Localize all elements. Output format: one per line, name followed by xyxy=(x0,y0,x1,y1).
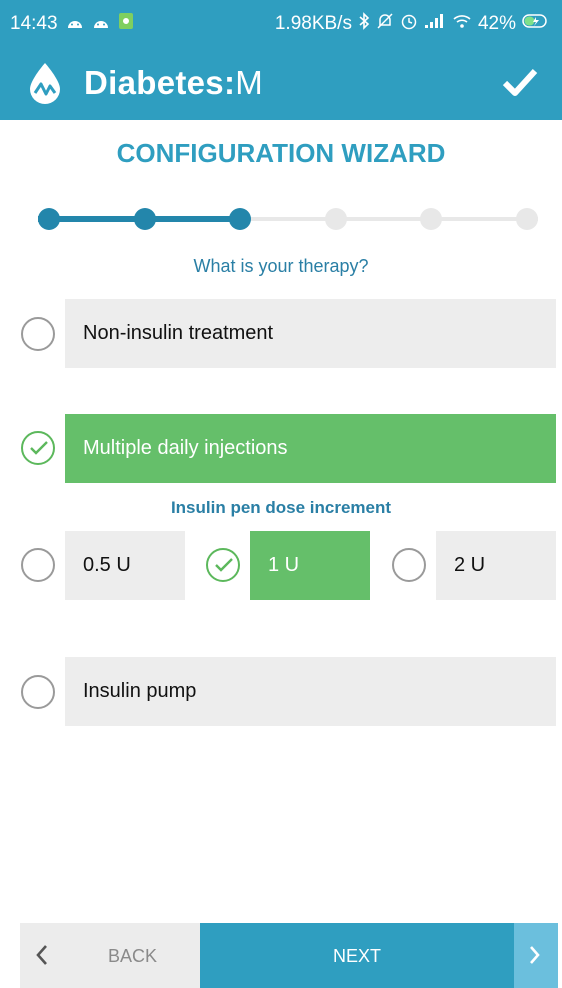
next-label: NEXT xyxy=(332,946,381,966)
chevron-left-icon xyxy=(34,942,50,973)
app-title: Diabetes:M xyxy=(84,64,264,101)
pump-radio[interactable] xyxy=(21,675,55,709)
back-button[interactable]: BACK xyxy=(20,923,200,988)
dose-label: 1 U xyxy=(268,554,300,576)
pen-increment-title: Insulin pen dose increment xyxy=(170,498,392,517)
bluetooth-icon xyxy=(358,12,370,36)
android-icon xyxy=(92,13,110,35)
dose-label: 2 U xyxy=(454,554,486,576)
next-button[interactable]: NEXT xyxy=(200,923,514,988)
option-label: Insulin pump xyxy=(83,680,197,702)
pump-option[interactable]: Insulin pump xyxy=(65,657,556,726)
progress-step xyxy=(420,208,443,230)
option-label: Non-insulin treatment xyxy=(83,322,274,344)
signal-icon xyxy=(424,13,446,35)
android-icon xyxy=(66,13,84,35)
wizard-title: CONFIGURATION WIZARD xyxy=(116,138,446,168)
network-speed: 1.98KB/s xyxy=(274,13,352,34)
wifi-icon xyxy=(452,13,472,35)
dose-1-radio[interactable] xyxy=(206,548,240,582)
dose-label: 0.5 U xyxy=(83,554,131,576)
non-insulin-option[interactable]: Non-insulin treatment xyxy=(65,299,556,368)
app-notification-icon xyxy=(118,12,134,36)
confirm-check-icon[interactable] xyxy=(502,64,538,100)
status-time: 14:43 xyxy=(10,13,58,34)
progress-step xyxy=(229,208,252,230)
chevron-right-icon xyxy=(526,942,542,973)
non-insulin-radio[interactable] xyxy=(21,317,55,351)
therapy-question: What is your therapy? xyxy=(193,256,369,276)
battery-charging-icon xyxy=(522,13,550,35)
progress-step xyxy=(324,208,347,230)
dose-2-radio[interactable] xyxy=(392,548,426,582)
mute-bell-icon xyxy=(376,12,394,36)
battery-level: 42% xyxy=(477,13,516,34)
check-icon xyxy=(30,441,48,455)
dose-2-option[interactable]: 2 U xyxy=(436,531,556,600)
mdi-radio[interactable] xyxy=(21,431,55,465)
alarm-icon xyxy=(400,12,418,36)
progress-step xyxy=(133,208,156,230)
option-label: Multiple daily injections xyxy=(83,437,288,459)
mdi-option[interactable]: Multiple daily injections xyxy=(65,414,556,483)
app-bar: Diabetes:M xyxy=(0,46,562,120)
progress-step xyxy=(516,208,538,230)
check-icon xyxy=(215,558,233,572)
wizard-progress xyxy=(38,208,538,230)
drop-logo-icon xyxy=(28,62,62,104)
progress-step xyxy=(38,208,60,230)
dose-0-5-option[interactable]: 0.5 U xyxy=(65,531,185,600)
dose-0-5-radio[interactable] xyxy=(21,548,55,582)
back-label: BACK xyxy=(108,946,158,966)
next-arrow-button[interactable] xyxy=(514,923,558,988)
dose-1-option[interactable]: 1 U xyxy=(250,531,370,600)
status-bar: 14:43 1.98KB/s 42% xyxy=(0,0,562,46)
